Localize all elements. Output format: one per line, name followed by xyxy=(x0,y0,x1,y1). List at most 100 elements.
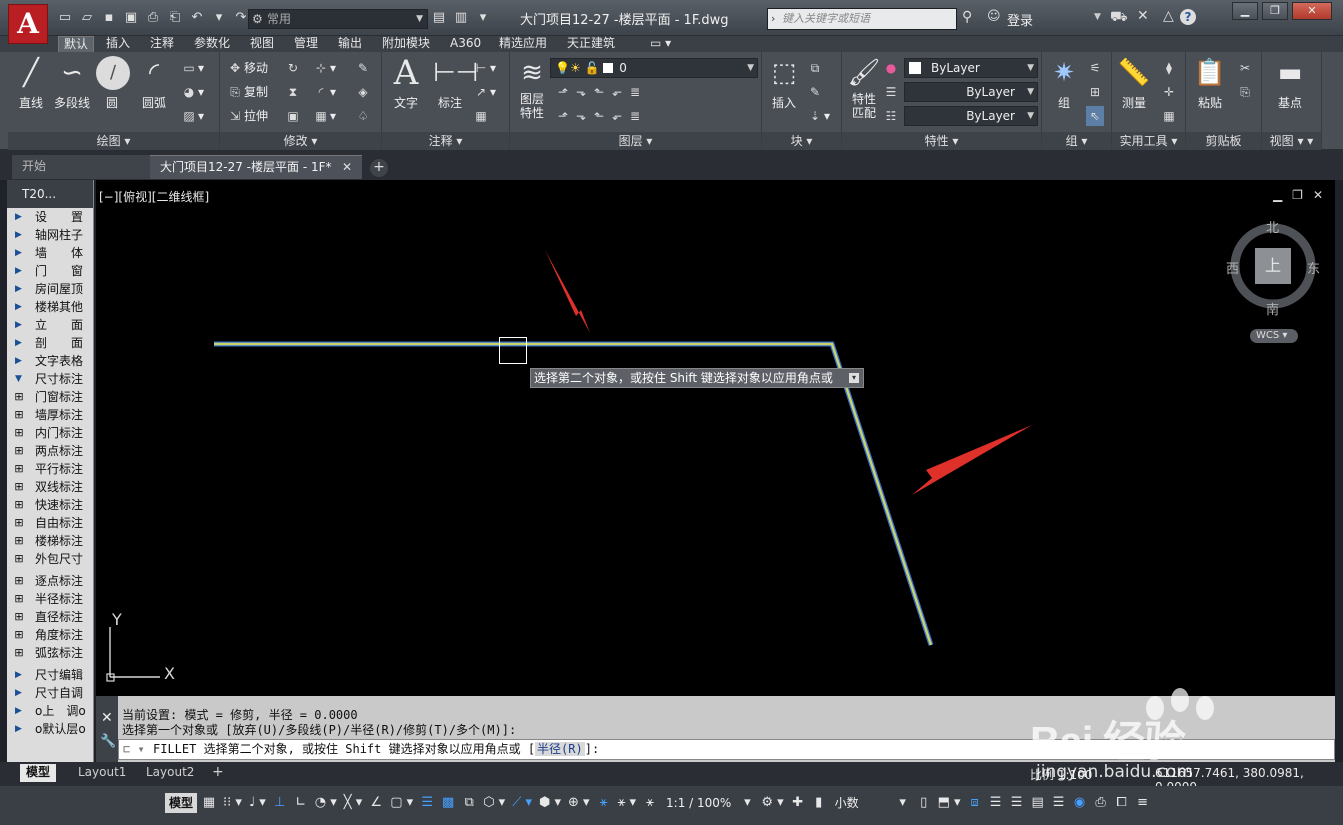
panel-title-layers[interactable]: 图层 ▾ xyxy=(510,132,761,150)
panel-title-utilities[interactable]: 实用工具 ▾ xyxy=(1112,132,1185,150)
layer-tools-row-1[interactable]: ⬏ ⬎ ⬑ ⬐ ≣ xyxy=(554,82,644,102)
cut-icon[interactable]: ✂ xyxy=(1236,58,1254,78)
quick-select-icon[interactable]: ⧫ xyxy=(1160,58,1178,78)
panel-title-annotation[interactable]: 注释 ▾ xyxy=(382,132,509,150)
trim-icon[interactable]: ⊹ ▾ xyxy=(312,58,336,78)
print-icon[interactable]: ⎙ xyxy=(144,9,162,27)
tab-tangent-arch[interactable]: 天正建筑 xyxy=(562,36,620,52)
palette-menu-item[interactable]: ▼ 尺寸标注 xyxy=(7,370,93,388)
command-option-radius[interactable]: 半径(R) xyxy=(535,742,585,756)
save-icon[interactable]: ▪ xyxy=(100,9,118,27)
hardware-accel-icon[interactable]: ☰ xyxy=(987,793,1005,813)
palette-menu-item[interactable]: ▶ 楼梯其他 xyxy=(7,298,93,316)
dynamic-ucs-icon[interactable]: ⟋ ▾ xyxy=(510,793,534,813)
palette-tool-item[interactable]: ⊞ 自由标注 xyxy=(7,514,93,532)
palette-menu-item[interactable]: ▶ 轴网柱子 xyxy=(7,226,93,244)
plot-icon[interactable]: ⎗ xyxy=(166,9,184,27)
move-button[interactable]: ✥ 移动 xyxy=(226,58,268,78)
linetype-select[interactable]: ByLayer ▼ xyxy=(904,82,1038,102)
add-layout-button[interactable]: + xyxy=(206,764,230,782)
edit-block-icon[interactable]: ✎ xyxy=(806,82,824,102)
drawn-polyline[interactable] xyxy=(214,342,933,646)
palette-menu-item[interactable]: ▶ 文字表格 xyxy=(7,352,93,370)
group-button[interactable]: ✷ 组 xyxy=(1046,56,1082,111)
palette-tool-item[interactable]: ⊞ 角度标注 xyxy=(7,626,93,644)
maximize-button[interactable]: ❐ xyxy=(1262,2,1288,20)
dimension-button[interactable]: ⊢⊣ 标注 xyxy=(432,56,478,111)
workspace-select[interactable]: ⚙ 常用 ▼ xyxy=(248,9,428,29)
palette-tool-item[interactable]: ⊞ 半径标注 xyxy=(7,590,93,608)
erase-icon[interactable]: ✎ xyxy=(354,58,372,78)
command-input[interactable]: ⊏ ▾ FILLET 选择第二个对象, 或按住 Shift 键选择对象以应用角点… xyxy=(118,739,1335,760)
palette-tool-item[interactable]: ⊞ 弧弦标注 xyxy=(7,644,93,662)
full-screen-lines-icon[interactable]: ☰ xyxy=(1050,793,1068,813)
selection-filter-icon[interactable]: ⬢ ▾ xyxy=(537,793,563,813)
palette-menu-item[interactable]: ▶ o上 调o xyxy=(7,702,93,720)
tab-annotate[interactable]: 注释 xyxy=(145,36,179,52)
application-menu-button[interactable]: A xyxy=(8,4,48,44)
panel-title-clipboard[interactable]: 剪贴板 xyxy=(1186,132,1261,150)
palette-tool-item[interactable]: ⊞ 逐点标注 xyxy=(7,572,93,590)
graphics-icon[interactable]: ▤ xyxy=(1029,793,1047,813)
annotation-scale-value[interactable]: 1:1 / 100% xyxy=(662,793,735,813)
tab-view[interactable]: 视图 xyxy=(245,36,279,52)
palette-menu-item[interactable]: ▶ o默认层o xyxy=(7,720,93,738)
palette-tool-item[interactable]: ⊞ 内门标注 xyxy=(7,424,93,442)
polar-tracking-icon[interactable]: ◔ ▾ xyxy=(313,793,339,813)
layer-select[interactable]: 💡☀ 🔓 0 ▼ xyxy=(550,58,758,78)
user-icon[interactable]: ☺ xyxy=(987,9,1001,24)
tab-insert[interactable]: 插入 xyxy=(101,36,135,52)
compass-north[interactable]: 北 xyxy=(1266,217,1279,236)
array-icon[interactable]: ▦ ▾ xyxy=(312,106,336,126)
lock-ui-icon[interactable]: ⬒ ▾ xyxy=(936,793,963,813)
fillet-icon[interactable]: ◜ ▾ xyxy=(312,82,336,102)
point-icon[interactable]: ✛ xyxy=(1160,82,1178,102)
clean-screen-lines-icon[interactable]: ☰ xyxy=(1008,793,1026,813)
palette-menu-item[interactable]: ▶ 房间屋顶 xyxy=(7,280,93,298)
object-snap-icon[interactable]: ▢ ▾ xyxy=(388,793,415,813)
infer-constraints-icon[interactable]: ♩ ▾ xyxy=(247,793,268,813)
offset-icon[interactable]: ♤ xyxy=(354,106,372,126)
snap-icon[interactable]: ⁝⁝ ▾ xyxy=(221,793,244,813)
3d-osnap-icon[interactable]: ⬡ ▾ xyxy=(481,793,507,813)
text-button[interactable]: A 文字 xyxy=(388,56,424,111)
close-window-button[interactable]: ✕ xyxy=(1292,2,1332,20)
close-icon[interactable]: ✕ xyxy=(101,710,113,726)
annotation-visibility-icon[interactable]: ⚹ xyxy=(595,793,613,813)
auto-scale-icon[interactable]: ⚹ ▾ xyxy=(616,793,638,813)
palette-tool-item[interactable]: ⊞ 直径标注 xyxy=(7,608,93,626)
isolate-objects-icon[interactable]: ⧈ xyxy=(966,793,984,813)
palette-tool-item[interactable]: ⊞ 楼梯标注 xyxy=(7,532,93,550)
palette-menu-item[interactable]: ▶ 设 置 xyxy=(7,208,93,226)
boundary-icon[interactable]: ▨ ▾ xyxy=(180,106,204,126)
open-folder-icon[interactable]: ▱ xyxy=(78,9,96,27)
palette-menu-item[interactable]: ▶ 立 面 xyxy=(7,316,93,334)
palette-tool-item[interactable]: ⊞ 外包尺寸 xyxy=(7,550,93,568)
compass-south[interactable]: 南 xyxy=(1266,299,1279,318)
palette-tool-item[interactable]: ⊞ 快速标注 xyxy=(7,496,93,514)
close-icon[interactable]: ✕ xyxy=(342,156,352,178)
palette-header[interactable]: T20... xyxy=(7,180,93,208)
block-attr-icon[interactable]: ⇣ ▾ xyxy=(806,106,830,126)
panel-title-groups[interactable]: 组 ▾ xyxy=(1042,132,1111,150)
group-select-icon[interactable]: ⇖ xyxy=(1086,106,1104,126)
transparency-icon[interactable]: ▩ xyxy=(439,793,457,813)
panel-title-draw[interactable]: 绘图 ▾ xyxy=(8,132,219,150)
exchange-icon[interactable]: ✕ xyxy=(1137,8,1149,24)
lineweight-display-icon[interactable]: ☰ xyxy=(418,793,436,813)
tab-parametric[interactable]: 参数化 xyxy=(189,36,235,52)
chevron-down-icon[interactable]: ▾ xyxy=(738,793,756,813)
panel-title-modify[interactable]: 修改 ▾ xyxy=(220,132,381,150)
workspace-panel-icon[interactable]: ▥ xyxy=(452,9,470,27)
clean-screen-icon[interactable]: ⧠ xyxy=(1113,793,1131,813)
panel-title-block[interactable]: 块 ▾ xyxy=(762,132,841,150)
tab-addins[interactable]: 附加模块 xyxy=(377,36,435,52)
minimize-button[interactable]: ▁ xyxy=(1232,2,1258,20)
ribbon-toggle-icon[interactable]: ▭ ▾ xyxy=(645,36,676,52)
table-icon[interactable]: ▦ xyxy=(472,106,490,126)
help-icon[interactable]: ? xyxy=(1180,9,1196,25)
copy-button[interactable]: ⎘ 复制 xyxy=(226,82,268,102)
online-icon[interactable]: ◉ xyxy=(1071,793,1089,813)
wrench-icon[interactable]: 🔧 xyxy=(100,734,116,749)
palette-tool-item[interactable]: ⊞ 墙厚标注 xyxy=(7,406,93,424)
